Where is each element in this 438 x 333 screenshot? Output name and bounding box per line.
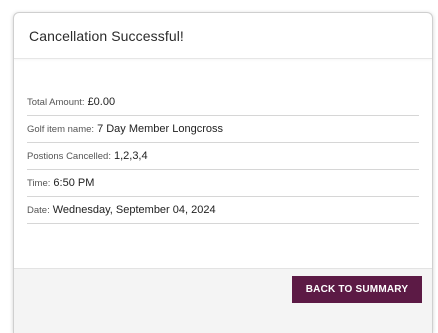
detail-row-positions-cancelled: Postions Cancelled: 1,2,3,4: [27, 143, 419, 170]
detail-row-date: Date: Wednesday, September 04, 2024: [27, 197, 419, 224]
details-list: Total Amount: £0.00 Golf item name: 7 Da…: [27, 89, 419, 224]
cancellation-dialog: Cancellation Successful! Total Amount: £…: [13, 12, 433, 333]
detail-value: 7 Day Member Longcross: [97, 123, 224, 135]
detail-row-total-amount: Total Amount: £0.00: [27, 89, 419, 116]
dialog-title: Cancellation Successful!: [29, 27, 184, 44]
detail-value: Wednesday, September 04, 2024: [52, 204, 216, 216]
detail-value: £0.00: [87, 96, 116, 108]
dialog-footer: BACK TO SUMMARY: [14, 268, 432, 333]
dialog-header: Cancellation Successful!: [14, 13, 432, 59]
detail-value: 6:50 PM: [53, 177, 95, 189]
detail-value: 1,2,3,4: [113, 150, 148, 162]
back-to-summary-button[interactable]: BACK TO SUMMARY: [292, 276, 422, 303]
detail-label: Postions Cancelled:: [27, 150, 111, 162]
detail-label: Total Amount:: [27, 96, 85, 108]
detail-row-golf-item-name: Golf item name: 7 Day Member Longcross: [27, 116, 419, 143]
detail-label: Golf item name:: [27, 123, 95, 135]
detail-label: Date:: [27, 204, 50, 216]
detail-row-time: Time: 6:50 PM: [27, 170, 419, 197]
detail-label: Time:: [27, 177, 51, 189]
